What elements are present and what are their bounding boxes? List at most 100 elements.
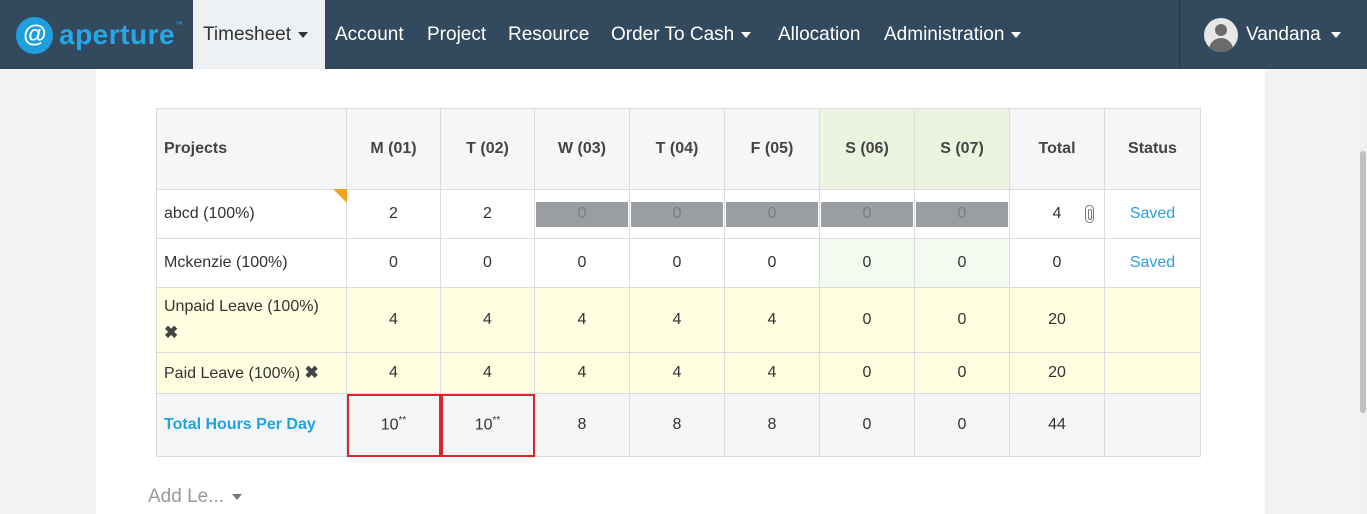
header-day: W (03) xyxy=(534,108,630,190)
close-x-icon[interactable]: ✖ xyxy=(305,363,319,383)
project-name: abcd (100%) xyxy=(164,205,255,222)
nav-account[interactable]: Account xyxy=(335,0,404,69)
nav-order-to-cash-label: Order To Cash xyxy=(611,23,735,45)
hours-cell-weekend[interactable]: 0 xyxy=(914,238,1010,288)
project-name: Mckenzie (100%) xyxy=(156,238,347,288)
page-scrollbar[interactable] xyxy=(1359,69,1367,514)
user-avatar-icon xyxy=(1204,17,1238,52)
hours-cell[interactable]: 0 xyxy=(534,238,630,288)
day-total: 0 xyxy=(914,393,1010,457)
status-saved: Saved xyxy=(1104,238,1201,288)
nav-timesheet[interactable]: Timesheet xyxy=(193,0,325,69)
hours-cell: 4 xyxy=(534,287,630,353)
day-total: 8 xyxy=(534,393,630,457)
header-day-weekend: S (07) xyxy=(914,108,1010,190)
disabled-hours: 0 xyxy=(726,201,818,227)
hours-cell: 4 xyxy=(534,352,630,394)
chevron-down-icon xyxy=(1011,31,1022,38)
totals-row: Total Hours Per Day 10** 10** 8 8 8 0 0 … xyxy=(156,393,1201,457)
header-day: T (04) xyxy=(629,108,725,190)
aperture-logo[interactable]: @ aperture ™ xyxy=(16,16,183,54)
hours-cell[interactable]: 2 xyxy=(346,189,441,239)
logo-at-icon: @ xyxy=(16,16,53,54)
disabled-hours: 0 xyxy=(916,201,1008,227)
nav-administration-label: Administration xyxy=(884,23,1005,45)
row-total: 20 xyxy=(1009,287,1105,353)
nav-resource[interactable]: Resource xyxy=(508,0,589,69)
status-cell xyxy=(1104,393,1201,457)
hours-cell-disabled: 0 xyxy=(914,189,1010,239)
hours-cell[interactable]: 0 xyxy=(440,238,535,288)
scrollbar-thumb[interactable] xyxy=(1360,151,1366,413)
hours-cell[interactable]: 0 xyxy=(629,238,725,288)
status-saved: Saved xyxy=(1104,189,1201,239)
over-limit-flag: ** xyxy=(492,415,501,427)
close-x-icon[interactable]: ✖ xyxy=(164,320,178,346)
nav-account-label: Account xyxy=(335,23,404,45)
chevron-down-icon xyxy=(298,31,308,38)
grand-total: 44 xyxy=(1009,393,1105,457)
disabled-hours: 0 xyxy=(821,201,913,227)
add-leave-label: Add Le... xyxy=(148,486,225,507)
disabled-hours: 0 xyxy=(536,201,628,227)
nav-resource-label: Resource xyxy=(508,23,590,45)
hours-cell: 4 xyxy=(346,287,441,353)
hours-cell: 4 xyxy=(629,352,725,394)
hours-cell: 0 xyxy=(819,287,915,353)
row-total: 0 xyxy=(1009,238,1105,288)
day-total-cell-over: 10** xyxy=(440,393,535,457)
hours-cell-disabled: 0 xyxy=(534,189,630,239)
table-row-leave: Paid Leave (100%) ✖ 4 4 4 4 4 0 0 20 xyxy=(156,352,1201,394)
table-row: Mckenzie (100%) 0 0 0 0 0 0 0 0 Saved xyxy=(156,238,1201,288)
hours-cell: 4 xyxy=(724,287,820,353)
hours-cell: 4 xyxy=(629,287,725,353)
header-day: F (05) xyxy=(724,108,820,190)
nav-project[interactable]: Project xyxy=(427,0,486,69)
hours-cell-disabled: 0 xyxy=(724,189,820,239)
status-cell xyxy=(1104,287,1201,353)
logo-text: aperture xyxy=(59,19,176,50)
hours-cell[interactable]: 0 xyxy=(724,238,820,288)
project-name-cell: Unpaid Leave (100%) ✖ xyxy=(156,287,347,353)
paperclip-icon[interactable] xyxy=(1085,205,1094,223)
hours-cell: 0 xyxy=(914,352,1010,394)
header-day-weekend: S (06) xyxy=(819,108,915,190)
nav-allocation[interactable]: Allocation xyxy=(778,0,860,69)
day-total-cell-over: 10** xyxy=(346,393,441,457)
add-leave-dropdown[interactable]: Add Le... xyxy=(148,486,243,508)
row-total: 4 xyxy=(1052,205,1062,222)
header-total: Total xyxy=(1009,108,1105,190)
user-name: Vandana xyxy=(1246,23,1321,45)
nav-administration[interactable]: Administration xyxy=(884,0,1022,69)
table-row: abcd (100%) 2 2 0 0 0 0 0 4 Saved xyxy=(156,189,1201,239)
hours-cell[interactable]: 2 xyxy=(440,189,535,239)
hours-cell: 4 xyxy=(346,352,441,394)
logo-trademark: ™ xyxy=(175,20,184,29)
hours-cell: 4 xyxy=(724,352,820,394)
day-total: 8 xyxy=(629,393,725,457)
hours-cell-disabled: 0 xyxy=(629,189,725,239)
day-total: 10 xyxy=(380,416,399,434)
user-menu[interactable]: Vandana xyxy=(1179,0,1361,69)
disabled-hours: 0 xyxy=(631,201,723,227)
row-total: 20 xyxy=(1009,352,1105,394)
over-limit-flag: ** xyxy=(398,415,407,427)
nav-timesheet-label: Timesheet xyxy=(203,23,291,45)
hours-cell: 0 xyxy=(819,352,915,394)
nav-order-to-cash[interactable]: Order To Cash xyxy=(611,0,752,69)
hours-cell: 4 xyxy=(440,352,535,394)
hours-cell[interactable]: 0 xyxy=(346,238,441,288)
total-hours-label: Total Hours Per Day xyxy=(156,393,347,457)
project-name-cell: Paid Leave (100%) ✖ xyxy=(156,352,347,394)
hours-cell: 4 xyxy=(440,287,535,353)
project-name-cell[interactable]: abcd (100%) xyxy=(156,189,347,239)
status-cell xyxy=(1104,352,1201,394)
header-day: T (02) xyxy=(440,108,535,190)
day-total: 10 xyxy=(474,416,493,434)
day-total: 8 xyxy=(724,393,820,457)
hours-cell-weekend[interactable]: 0 xyxy=(819,238,915,288)
header-projects: Projects xyxy=(156,108,347,190)
nav-allocation-label: Allocation xyxy=(778,23,861,45)
day-total: 0 xyxy=(819,393,915,457)
comment-corner-marker xyxy=(333,189,347,203)
